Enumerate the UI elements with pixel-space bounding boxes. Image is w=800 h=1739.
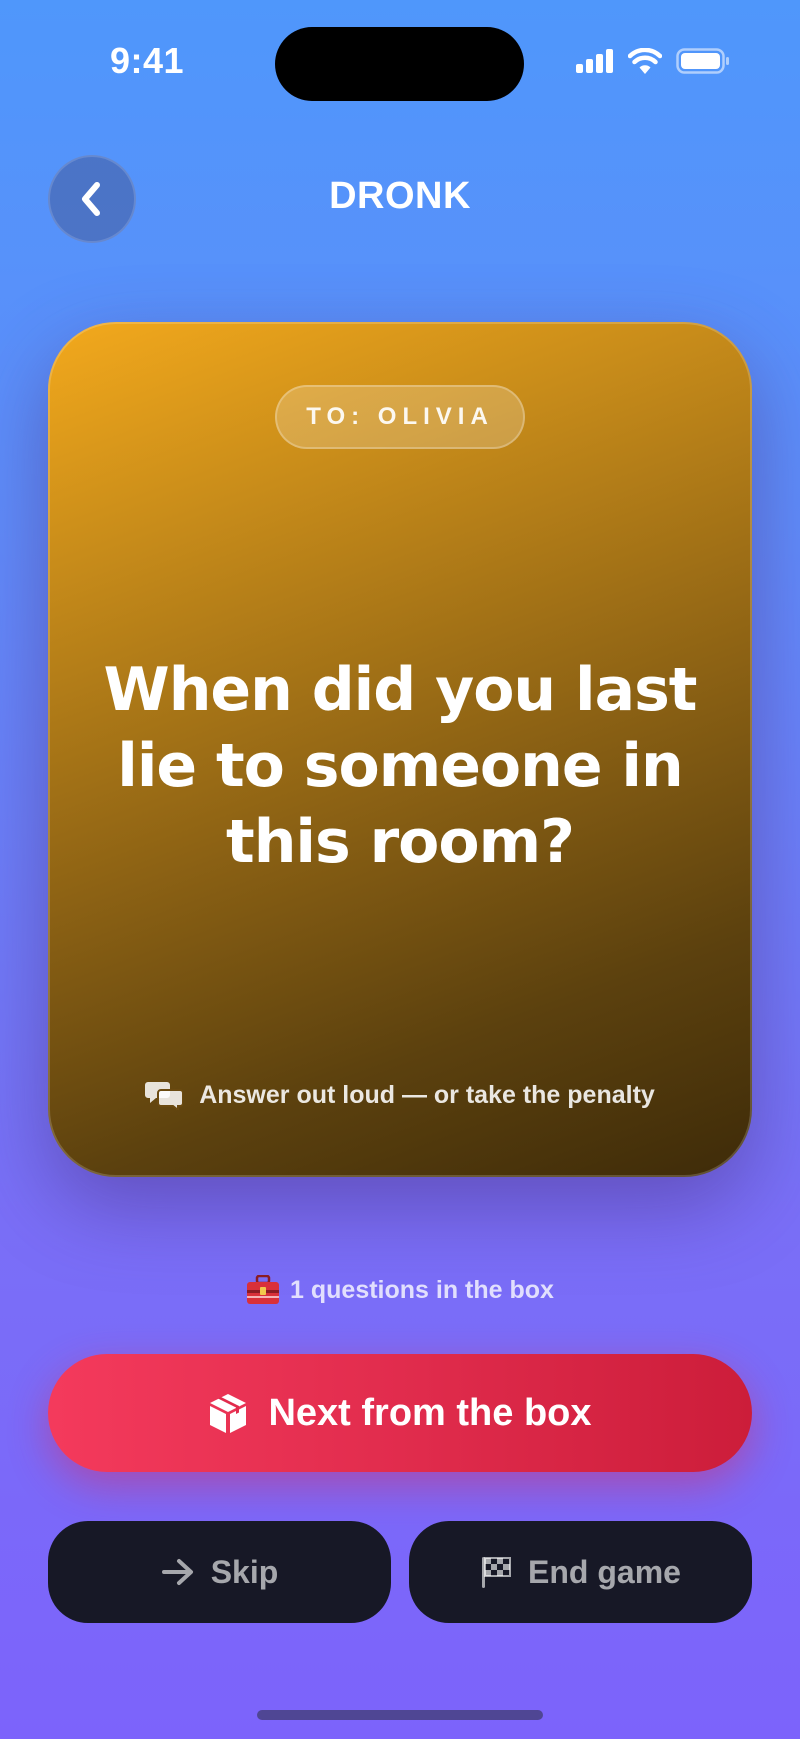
skip-button[interactable]: Skip	[48, 1521, 391, 1623]
question-text: When did you last lie to someone in this…	[103, 655, 698, 877]
next-from-box-button[interactable]: Next from the box	[48, 1354, 752, 1472]
card-hint: Answer out loud — or take the penalty	[48, 1080, 752, 1110]
home-indicator	[257, 1710, 543, 1720]
package-icon	[210, 1394, 247, 1433]
question-card: TO: OLIVIA When did you last lie to some…	[48, 322, 752, 1177]
arrow-right-icon	[161, 1559, 193, 1585]
end-game-button-label: End game	[528, 1553, 681, 1590]
box-count: 1 questions in the box	[0, 1275, 800, 1305]
checkered-flag-icon	[482, 1557, 512, 1588]
battery-icon	[676, 48, 729, 74]
status-bar: 9:41	[0, 0, 800, 130]
recipient-badge: TO: OLIVIA	[275, 385, 525, 449]
speech-bubbles-icon	[145, 1082, 184, 1110]
next-button-label: Next from the box	[268, 1391, 592, 1434]
status-icons	[576, 48, 730, 74]
box-count-text: 1 questions in the box	[290, 1275, 554, 1304]
skip-button-label: Skip	[210, 1553, 279, 1590]
dynamic-island	[275, 27, 524, 101]
status-time: 9:41	[110, 40, 185, 81]
card-hint-text: Answer out loud — or take the penalty	[199, 1080, 655, 1109]
end-game-button[interactable]: End game	[409, 1521, 752, 1623]
wifi-icon	[628, 48, 662, 74]
toolbox-icon	[247, 1275, 280, 1304]
page-title: DRONK	[329, 175, 471, 217]
cellular-signal-icon	[576, 49, 613, 73]
